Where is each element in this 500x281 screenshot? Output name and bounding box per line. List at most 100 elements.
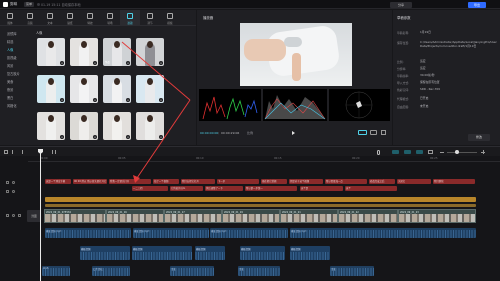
category-item[interactable]: 影视级	[4, 54, 30, 62]
subtitle-clip[interactable]: 我我一定要先打开	[109, 179, 151, 184]
category-item[interactable]: 风格化	[4, 102, 30, 110]
tab-template[interactable]: 模板	[160, 10, 180, 26]
zoom-in-icon[interactable]	[481, 150, 485, 154]
menu-button[interactable]: 菜单	[24, 1, 34, 7]
main-track-magnet-icon[interactable]	[392, 150, 399, 154]
share-button[interactable]: 分享	[390, 1, 412, 8]
audio-clip-2[interactable]: 模板音频	[132, 246, 192, 260]
video-clip[interactable]: 2022_09_21_075534	[44, 209, 106, 223]
filter-thumbnail[interactable]: ↓	[103, 75, 131, 103]
aspect-ratio-icon[interactable]	[370, 130, 377, 135]
tab-sticker[interactable]: 贴纸	[60, 10, 80, 26]
filter-thumbnail[interactable]: ↓	[70, 38, 98, 66]
category-item[interactable]: 精选	[4, 38, 30, 46]
download-icon[interactable]: ↓	[159, 98, 163, 102]
track-lock-icon[interactable]	[6, 181, 9, 184]
subtitle-clip[interactable]: 拍了一个视频	[153, 179, 179, 184]
subtitle-clip[interactable]: 关闭它	[397, 179, 431, 184]
play-icon[interactable]	[292, 131, 295, 135]
audio-clip-3[interactable]: 口音音效	[92, 266, 130, 276]
audio-clip[interactable]: 模板音频.mp3	[133, 228, 209, 238]
tab-effects[interactable]: 特效	[80, 10, 100, 26]
freeze-icon[interactable]	[55, 150, 56, 154]
tab-filter[interactable]: 滤镜	[120, 10, 140, 26]
category-item[interactable]: 滤镜库	[4, 30, 30, 38]
audio-clip-3[interactable]: 音效	[170, 266, 214, 276]
video-clip[interactable]: 2022_09_21_22	[338, 209, 398, 223]
audio-clip-2[interactable]: 模板音频	[195, 246, 225, 260]
tab-text[interactable]: 文本	[40, 10, 60, 26]
filter-thumbnail[interactable]: 净透 ↓	[103, 38, 131, 66]
zoom-slider[interactable]	[447, 151, 477, 153]
subtitle-clip-2[interactable]: 这个	[345, 186, 397, 191]
download-icon[interactable]: ↓	[126, 61, 130, 65]
subtitle-clip[interactable]: 这是一个测试字幕	[45, 179, 71, 184]
filter-thumbnail[interactable]: ↓	[37, 112, 65, 140]
microphone-icon[interactable]	[377, 149, 380, 155]
download-icon[interactable]: ↓	[126, 135, 130, 139]
tab-media[interactable]: 媒体	[0, 10, 20, 26]
filter-thumbnail[interactable]: ↓	[103, 112, 131, 140]
modify-button[interactable]: 修改	[468, 134, 490, 141]
ratio-dropdown[interactable]: 比例	[247, 131, 253, 135]
audio-clip-3[interactable]: 音效	[330, 266, 374, 276]
track-lock-icon-2[interactable]	[6, 190, 9, 193]
auto-snap-icon[interactable]	[404, 150, 411, 154]
track-visibility-icon[interactable]	[12, 181, 15, 184]
filter-thumbnail[interactable]: ↓	[37, 75, 65, 103]
subtitle-clip[interactable]: 但是对于这个视频	[289, 179, 323, 184]
download-icon[interactable]: ↓	[126, 98, 130, 102]
download-icon[interactable]: ↓	[60, 135, 64, 139]
download-icon[interactable]: ↓	[93, 61, 97, 65]
video-clip[interactable]: 2022_09_21_21	[280, 209, 338, 223]
video-preview[interactable]	[240, 23, 352, 86]
filter-thumbnail[interactable]: ↓	[70, 75, 98, 103]
timeline-ruler[interactable]: 00:0000:0500:1000:1500:2000:2500:30	[28, 156, 500, 162]
download-icon[interactable]: ↓	[60, 61, 64, 65]
audio-clip[interactable]: 模板音频.mp3	[45, 228, 131, 238]
video-clip[interactable]: 2022_09_21_16	[106, 209, 164, 223]
subtitle-clip[interactable]: 现在把它剪辑	[261, 179, 287, 184]
subtitle-clip[interactable]: 修改完成之后	[369, 179, 395, 184]
tab-audio[interactable]: 音频	[20, 10, 40, 26]
zoom-slider-handle[interactable]	[455, 150, 459, 154]
audio-clip-2[interactable]: 模板音频	[290, 246, 330, 260]
scope-toggle-icon[interactable]	[358, 130, 367, 135]
category-item[interactable]: 黑白	[4, 94, 30, 102]
subtitle-clip-2[interactable]: 一二三四	[132, 186, 168, 191]
subtitle-clip-2[interactable]: 它的拍的什么	[170, 186, 203, 191]
download-icon[interactable]: ↓	[159, 61, 163, 65]
video-clip[interactable]: 2022_09_21_23	[398, 209, 476, 223]
tab-transition[interactable]: 转场	[100, 10, 120, 26]
download-icon[interactable]: ↓	[93, 98, 97, 102]
tab-adjust[interactable]: 调节	[140, 10, 160, 26]
subtitle-clip[interactable]: 所以需要加一点	[325, 179, 367, 184]
video-track-visibility-icon[interactable]	[12, 214, 15, 217]
video-track-mute-icon[interactable]	[18, 214, 21, 217]
category-item[interactable]: 夜景	[4, 86, 30, 94]
audio-clip[interactable]: 模板音频.mp3	[210, 228, 288, 238]
category-item[interactable]: 风景	[4, 62, 30, 70]
linkage-icon[interactable]	[416, 150, 423, 154]
filter-thumbnail[interactable]: ↓	[136, 75, 164, 103]
download-icon[interactable]: ↓	[159, 135, 163, 139]
playhead[interactable]	[40, 150, 41, 281]
download-icon[interactable]: ↓	[60, 98, 64, 102]
subtitle-clip-2[interactable]: 然后调整了一下	[205, 186, 243, 191]
subtitle-clip[interactable]: 下一步	[217, 179, 259, 184]
filter-thumbnail[interactable]: ↓	[136, 38, 164, 66]
subtitle-clip[interactable]: 我们继续	[433, 179, 475, 184]
select-tool-icon[interactable]	[4, 150, 8, 154]
subtitle-clip-2[interactable]: 这个是	[300, 186, 343, 191]
export-button[interactable]: 导出	[468, 1, 486, 8]
cover-button[interactable]: 封面	[27, 210, 41, 222]
audio-clip-3[interactable]: mp3	[42, 266, 70, 276]
zoom-out-icon[interactable]	[440, 151, 444, 153]
effect-clip-2[interactable]	[45, 204, 476, 207]
audio-clip-2[interactable]: 模板音频	[240, 246, 285, 260]
track-visibility-icon-2[interactable]	[12, 190, 15, 193]
filter-thumbnail[interactable]: ↓	[70, 112, 98, 140]
preview-axis-icon[interactable]	[428, 150, 433, 154]
fullscreen-icon[interactable]	[381, 130, 386, 135]
category-item[interactable]: 美食	[4, 78, 30, 86]
